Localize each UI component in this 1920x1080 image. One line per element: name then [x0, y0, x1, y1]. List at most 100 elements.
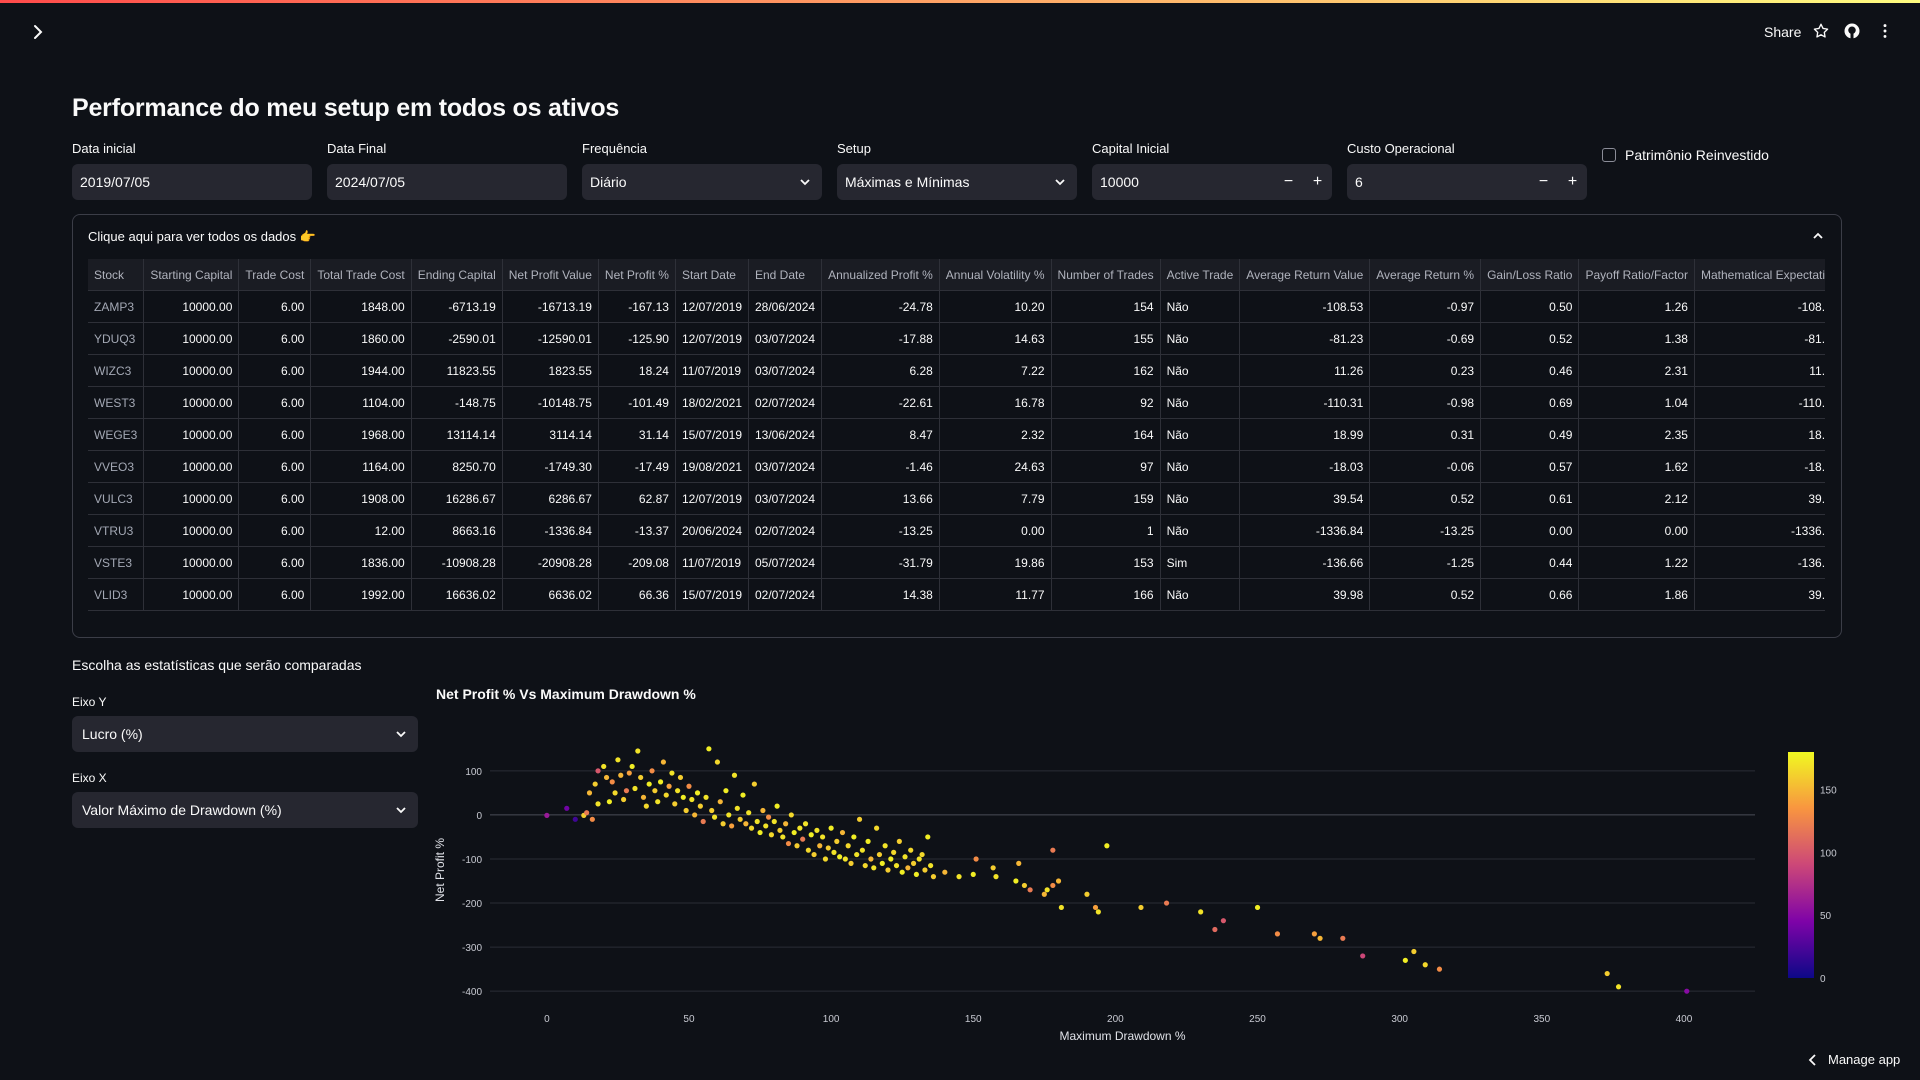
chevron-up-icon[interactable]	[1811, 229, 1825, 243]
scatter-point	[874, 825, 880, 831]
share-button[interactable]: Share	[1764, 24, 1801, 40]
table-cell: 12/07/2019	[675, 482, 750, 515]
decrement-button[interactable]: −	[1529, 164, 1558, 200]
column-header[interactable]: Annual Volatility %	[939, 259, 1052, 291]
scatter-chart[interactable]: 100 0 -100 -200 -300 -400 0 50 100 150 200 250 300 35…	[430, 700, 1920, 1040]
scatter-point	[748, 825, 755, 831]
frequency-select[interactable]: Diário	[582, 164, 822, 200]
column-header[interactable]: Starting Capital	[143, 259, 240, 291]
column-header[interactable]: Annualized Profit %	[821, 259, 940, 291]
table-cell: 10000.00	[143, 482, 240, 515]
github-icon[interactable]	[1843, 22, 1863, 42]
scatter-point	[814, 827, 820, 833]
start-date-input[interactable]: 2019/07/05	[72, 164, 312, 200]
reinvest-checkbox[interactable]: Patrimônio Reinvestido	[1602, 147, 1769, 163]
scatter-point	[1360, 953, 1366, 959]
column-header[interactable]: Mathematical Expectatio	[1694, 259, 1825, 291]
table-row[interactable]: WEST3 10000.00 6.00 1104.00 -148.75 -10148.75…	[88, 386, 1825, 419]
column-header[interactable]: Ending Capital	[411, 259, 503, 291]
star-icon[interactable]	[1812, 22, 1832, 42]
table-cell: WEGE3	[88, 418, 145, 451]
table-cell: VLID3	[88, 578, 145, 611]
scatter-point	[1402, 957, 1408, 963]
column-header[interactable]: Average Return %	[1369, 259, 1482, 291]
table-cell: 28/06/2024	[748, 290, 823, 323]
table-row[interactable]: VLID3 10000.00 6.00 1992.00 16636.02 6636.02 6…	[88, 578, 1825, 611]
table-row[interactable]: VTRU3 10000.00 6.00 12.00 8663.16 -1336.84 -13…	[88, 514, 1825, 547]
scatter-point	[740, 792, 746, 798]
initial-capital-input[interactable]: 10000 − +	[1092, 164, 1332, 200]
scatter-point	[925, 834, 931, 840]
operational-cost-input[interactable]: 6 − +	[1347, 164, 1587, 200]
scatter-point	[629, 763, 635, 770]
column-header[interactable]: Number of Trades	[1051, 259, 1161, 291]
column-header[interactable]: Start Date	[675, 259, 750, 291]
expand-sidebar-icon[interactable]	[28, 22, 48, 42]
column-header[interactable]: Net Profit Value	[502, 259, 599, 291]
scatter-point	[717, 799, 723, 805]
column-header[interactable]: Average Return Value	[1239, 259, 1371, 291]
scatter-point	[885, 867, 891, 873]
table-cell: 8250.70	[411, 450, 503, 483]
table-cell: -1749.30	[502, 450, 599, 483]
x-axis-select[interactable]: Valor Máximo de Drawdown (%)	[72, 792, 418, 828]
column-header[interactable]: Stock	[88, 259, 145, 291]
scatter-point	[891, 849, 897, 855]
increment-button[interactable]: +	[1303, 164, 1332, 200]
scatter-point	[817, 843, 823, 849]
column-header[interactable]: Total Trade Cost	[310, 259, 412, 291]
table-cell: 1.04	[1578, 386, 1695, 419]
table-row[interactable]: ZAMP3 10000.00 6.00 1848.00 -6713.19 -16713.1…	[88, 290, 1825, 323]
end-date-field: Data Final 2024/07/05	[327, 141, 567, 200]
table-cell: 03/07/2024	[748, 322, 823, 355]
column-header[interactable]: Net Profit %	[598, 259, 676, 291]
scatter-point	[1058, 904, 1064, 911]
table-row[interactable]: VVEO3 10000.00 6.00 1164.00 8250.70 -1749.30-…	[88, 450, 1825, 483]
start-date-label: Data inicial	[72, 141, 136, 156]
scatter-point	[902, 854, 908, 860]
scatter-point	[1163, 900, 1170, 906]
table-row[interactable]: VSTE3 10000.00 6.00 1836.00 -10908.28 -20908.…	[88, 546, 1825, 579]
column-header[interactable]: Gain/Loss Ratio	[1480, 259, 1580, 291]
manage-app-button[interactable]: Manage app	[1808, 1052, 1900, 1067]
scatter-point	[666, 783, 672, 789]
table-cell: -136.6	[1694, 546, 1825, 579]
dataframe[interactable]: Stock Starting Capital Trade Cost Total Tra…	[88, 259, 1825, 611]
setup-select[interactable]: Máximas e Mínimas	[837, 164, 1077, 200]
operational-cost-field: Custo Operacional 6 − +	[1347, 141, 1587, 200]
table-row[interactable]: WEGE3 10000.00 6.00 1968.00 13114.14 3114.14 3…	[88, 418, 1825, 451]
table-cell: 10.20	[939, 290, 1052, 323]
y-axis-select[interactable]: Lucro (%)	[72, 716, 418, 752]
main-menu-icon[interactable]	[1876, 22, 1896, 42]
end-date-input[interactable]: 2024/07/05	[327, 164, 567, 200]
y-tick-label: 100	[465, 767, 482, 778]
scatter-point	[854, 851, 860, 858]
expander-header[interactable]: Clique aqui para ver todos os dados 👉	[88, 229, 316, 245]
table-cell: 11/07/2019	[675, 546, 750, 579]
table-cell: 0.49	[1480, 418, 1580, 451]
increment-button[interactable]: +	[1558, 164, 1587, 200]
column-header[interactable]: End Date	[748, 259, 823, 291]
scatter-point	[638, 774, 644, 781]
table-cell: 1944.00	[310, 354, 412, 387]
table-cell: 6.00	[238, 546, 312, 579]
table-cell: 7.22	[939, 354, 1052, 387]
table-cell: 12/07/2019	[675, 290, 750, 323]
table-row[interactable]: YDUQ3 10000.00 6.00 1860.00 -2590.01 -12590.0…	[88, 322, 1825, 355]
scatter-point	[660, 759, 667, 765]
column-header[interactable]: Trade Cost	[238, 259, 312, 291]
table-cell: 15/07/2019	[675, 418, 750, 451]
table-row[interactable]: VULC3 10000.00 6.00 1908.00 16286.67 6286.67 6…	[88, 482, 1825, 515]
column-header[interactable]: Payoff Ratio/Factor	[1578, 259, 1695, 291]
scatter-point	[689, 796, 695, 803]
scatter-point	[825, 845, 831, 851]
table-cell: 12/07/2019	[675, 322, 750, 355]
table-row[interactable]: WIZC3 10000.00 6.00 1944.00 11823.55 1823.55 1…	[88, 354, 1825, 387]
decrement-button[interactable]: −	[1274, 164, 1303, 200]
column-header[interactable]: Active Trade	[1160, 259, 1241, 291]
table-cell: Não	[1160, 290, 1241, 323]
table-cell: 10000.00	[143, 322, 240, 355]
checkbox-box[interactable]	[1602, 148, 1616, 162]
scatter-point	[805, 847, 811, 853]
table-cell: 6.00	[238, 514, 312, 547]
